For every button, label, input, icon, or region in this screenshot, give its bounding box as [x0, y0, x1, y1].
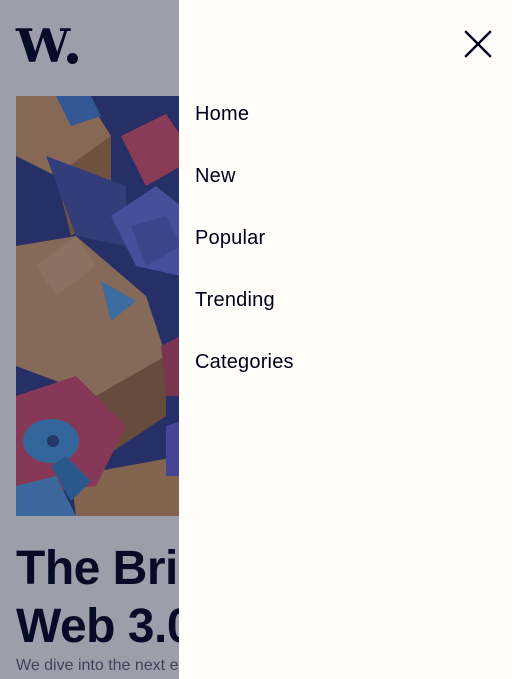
close-menu-button[interactable] — [462, 28, 494, 60]
nav-link-trending[interactable]: Trending — [195, 284, 275, 316]
nav-link-new[interactable]: New — [195, 160, 236, 192]
mobile-menu-drawer: Home New Popular Trending Categories — [179, 0, 512, 679]
menu-item-categories: Categories — [195, 346, 294, 408]
menu-item-popular: Popular — [195, 222, 294, 284]
menu-item-new: New — [195, 160, 294, 222]
menu-nav-list: Home New Popular Trending Categories — [195, 98, 294, 408]
nav-link-home[interactable]: Home — [195, 98, 249, 130]
menu-item-trending: Trending — [195, 284, 294, 346]
menu-item-home: Home — [195, 98, 294, 160]
nav-link-popular[interactable]: Popular — [195, 222, 265, 254]
nav-link-categories[interactable]: Categories — [195, 346, 294, 378]
close-icon — [464, 30, 492, 58]
